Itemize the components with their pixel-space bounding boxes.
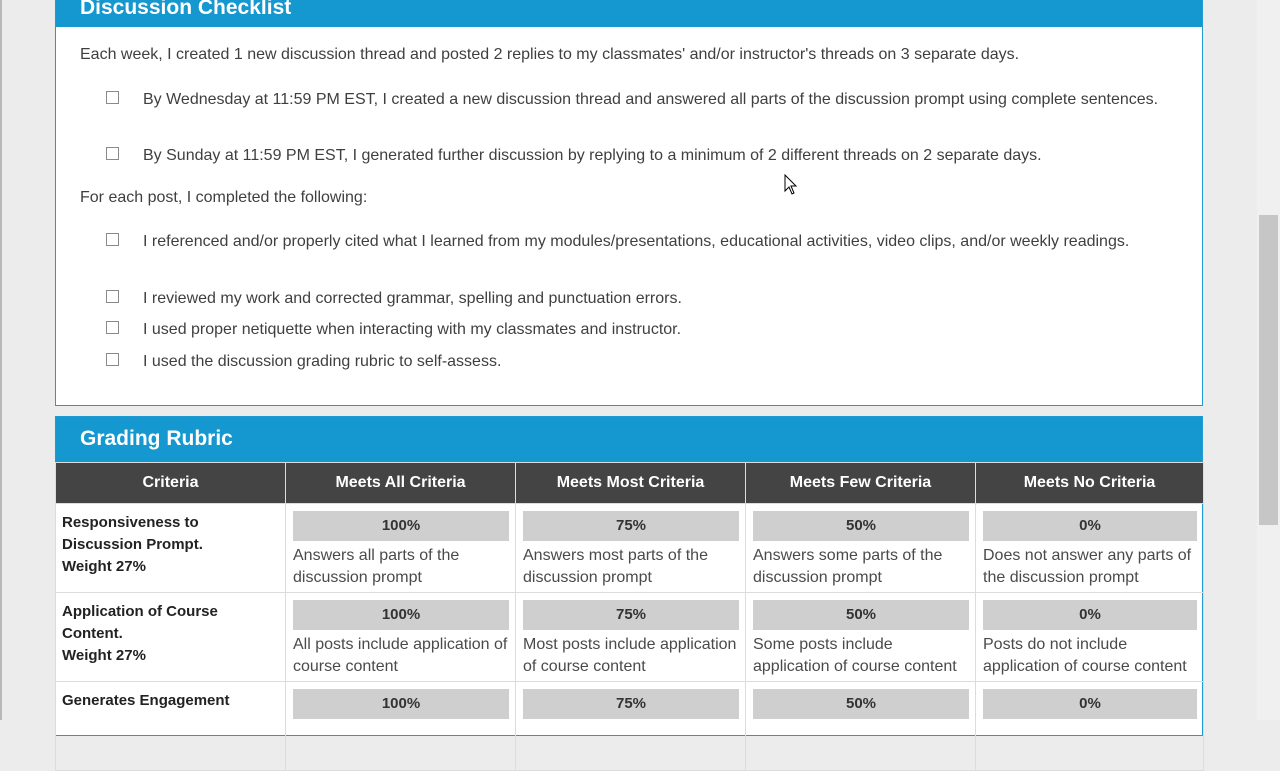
criteria-cell: Generates Engagement bbox=[55, 681, 286, 771]
checklist-intro: Each week, I created 1 new discussion th… bbox=[80, 46, 1020, 63]
rubric-cell: 50% bbox=[745, 681, 976, 771]
checklist-item[interactable]: By Sunday at 11:59 PM EST, I generated f… bbox=[106, 143, 1186, 168]
checkbox[interactable] bbox=[106, 233, 119, 246]
rubric-cell: 50% Answers some parts of the discussion … bbox=[745, 503, 976, 593]
score-badge: 75% bbox=[523, 689, 739, 719]
score-badge: 100% bbox=[293, 689, 509, 719]
grading-rubric-panel: Grading Rubric Criteria Meets All Criter… bbox=[55, 416, 1204, 771]
rubric-cell: 0% Posts do not include application of co… bbox=[975, 592, 1204, 682]
table-row: Application of Course Content. Weight 27… bbox=[55, 592, 1204, 682]
checkbox[interactable] bbox=[106, 147, 119, 160]
checklist-item[interactable]: I reviewed my work and corrected grammar… bbox=[106, 286, 1186, 311]
rubric-table: Criteria Meets All Criteria Meets Most C… bbox=[55, 462, 1204, 771]
checklist-item-label: By Wednesday at 11:59 PM EST, I created … bbox=[143, 91, 1159, 108]
rubric-cell: 0% bbox=[975, 681, 1204, 771]
checklist-item-label: I reviewed my work and corrected grammar… bbox=[143, 290, 682, 307]
criteria-name: Application of Course Content. bbox=[62, 603, 218, 642]
header-criteria: Criteria bbox=[55, 462, 286, 504]
rubric-cell: 100% All posts include application of cou… bbox=[285, 592, 516, 682]
table-row: Responsiveness to Discussion Prompt. Wei… bbox=[55, 503, 1204, 593]
score-description: Some posts include application of course… bbox=[753, 636, 957, 675]
rubric-cell: 0% Does not answer any parts of the discu… bbox=[975, 503, 1204, 593]
criteria-cell: Application of Course Content. Weight 27… bbox=[55, 592, 286, 682]
score-badge: 0% bbox=[983, 689, 1197, 719]
criteria-name: Responsiveness to Discussion Prompt. bbox=[62, 514, 203, 553]
table-row: Generates Engagement 100% 75% 50% 0% bbox=[55, 681, 1204, 771]
score-badge: 0% bbox=[983, 511, 1197, 541]
score-badge: 50% bbox=[753, 511, 969, 541]
discussion-checklist-panel: Discussion Checklist Each week, I create… bbox=[55, 0, 1203, 406]
checklist-item-label: I referenced and/or properly cited what … bbox=[143, 233, 1130, 250]
criteria-cell: Responsiveness to Discussion Prompt. Wei… bbox=[55, 503, 286, 593]
criteria-weight: Weight 27% bbox=[62, 647, 146, 664]
score-description: Answers some parts of the discussion pro… bbox=[753, 547, 943, 586]
checkbox[interactable] bbox=[106, 290, 119, 303]
page-edge bbox=[0, 0, 2, 720]
criteria-name: Generates Engagement bbox=[62, 692, 230, 709]
header-meets-all: Meets All Criteria bbox=[285, 462, 516, 504]
checklist-item-label: I used the discussion grading rubric to … bbox=[143, 353, 502, 370]
rubric-cell: 100% Answers all parts of the discussion … bbox=[285, 503, 516, 593]
checklist-item[interactable]: By Wednesday at 11:59 PM EST, I created … bbox=[106, 87, 1186, 112]
score-badge: 75% bbox=[523, 511, 739, 541]
score-badge: 50% bbox=[753, 689, 969, 719]
rubric-cell: 75% bbox=[515, 681, 746, 771]
rubric-header-row: Criteria Meets All Criteria Meets Most C… bbox=[55, 462, 1204, 504]
mouse-cursor-icon bbox=[784, 174, 798, 195]
score-badge: 75% bbox=[523, 600, 739, 630]
score-description: Posts do not include application of cour… bbox=[983, 636, 1187, 675]
rubric-cell: 50% Some posts include application of cou… bbox=[745, 592, 976, 682]
score-description: Answers all parts of the discussion prom… bbox=[293, 547, 460, 586]
checklist-item[interactable]: I referenced and/or properly cited what … bbox=[106, 229, 1186, 254]
rubric-cell: 75% Most posts include application of cou… bbox=[515, 592, 746, 682]
checkbox[interactable] bbox=[106, 321, 119, 334]
checkbox[interactable] bbox=[106, 91, 119, 104]
header-meets-most: Meets Most Criteria bbox=[515, 462, 746, 504]
rubric-cell: 75% Answers most parts of the discussion … bbox=[515, 503, 746, 593]
checklist-item[interactable]: I used the discussion grading rubric to … bbox=[106, 349, 1186, 374]
checklist-title: Discussion Checklist bbox=[56, 0, 1202, 27]
score-badge: 0% bbox=[983, 600, 1197, 630]
vertical-scrollbar[interactable] bbox=[1257, 0, 1280, 720]
header-meets-few: Meets Few Criteria bbox=[745, 462, 976, 504]
score-badge: 100% bbox=[293, 600, 509, 630]
score-badge: 50% bbox=[753, 600, 969, 630]
rubric-title: Grading Rubric bbox=[56, 417, 1202, 462]
score-description: All posts include application of course … bbox=[293, 636, 508, 675]
checkbox[interactable] bbox=[106, 353, 119, 366]
score-description: Does not answer any parts of the discuss… bbox=[983, 547, 1192, 586]
criteria-weight: Weight 27% bbox=[62, 558, 146, 575]
rubric-cell: 100% bbox=[285, 681, 516, 771]
post-intro: For each post, I completed the following… bbox=[80, 189, 368, 206]
header-meets-none: Meets No Criteria bbox=[975, 462, 1204, 504]
score-description: Most posts include application of course… bbox=[523, 636, 737, 675]
scrollbar-thumb[interactable] bbox=[1259, 215, 1278, 525]
score-badge: 100% bbox=[293, 511, 509, 541]
checklist-item[interactable]: I used proper netiquette when interactin… bbox=[106, 317, 1186, 342]
score-description: Answers most parts of the discussion pro… bbox=[523, 547, 708, 586]
checklist-item-label: By Sunday at 11:59 PM EST, I generated f… bbox=[143, 147, 1042, 164]
checklist-item-label: I used proper netiquette when interactin… bbox=[143, 321, 682, 338]
